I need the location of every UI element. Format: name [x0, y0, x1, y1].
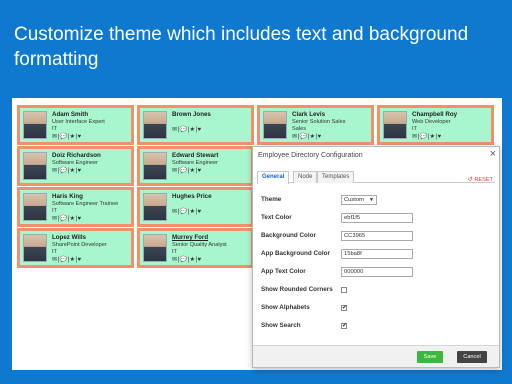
avatar [263, 111, 287, 139]
reset-label: RESET [474, 177, 493, 183]
app-bg-color-input[interactable]: 15ba8f [341, 249, 413, 259]
dialog-title: Employee Directory Configuration [258, 152, 363, 159]
action-icons[interactable]: ✉|💬|★|♥ [172, 208, 202, 215]
show-search-checkbox[interactable]: ✔ [341, 323, 347, 329]
avatar [143, 234, 167, 262]
app-text-color-label: App Text Color [261, 268, 306, 275]
bg-color-input[interactable]: CC3965 [341, 231, 413, 241]
employee-card[interactable]: Brown Jones ✉|💬|★|♥ [137, 105, 254, 145]
text-color-input[interactable]: ebf1f5 [341, 213, 413, 223]
employee-title: Software Engineer [52, 160, 99, 166]
employee-dept: IT [52, 249, 57, 255]
close-icon[interactable]: × [490, 148, 496, 160]
action-icons[interactable]: ✉|💬|★|♥ [172, 167, 202, 174]
theme-select[interactable]: Custom ▼ [341, 195, 377, 205]
employee-card[interactable]: Hughes Price ✉|💬|★|♥ [137, 187, 254, 227]
headline: Customize theme which includes text and … [14, 24, 469, 70]
app-bg-color-label: App Background Color [261, 250, 330, 257]
reset-icon: ↺ [467, 177, 473, 183]
rounded-corners-label: Show Rounded Corners [261, 286, 333, 293]
employee-title: Web Developer [412, 119, 451, 125]
employee-card[interactable]: Haris King Software Engineer Trainee IT … [17, 187, 134, 227]
employee-name: Clark Levis [292, 111, 326, 118]
employee-title: Software Engineer [172, 160, 219, 166]
employee-dept: Sales [292, 126, 306, 132]
employee-card[interactable]: Lopez Wills SharePoint Developer IT ✉|💬|… [17, 228, 134, 268]
avatar [23, 111, 47, 139]
employee-name: Brown Jones [172, 111, 211, 118]
app-text-color-input[interactable]: 000000 [341, 267, 413, 277]
tab-node[interactable]: Node [293, 171, 318, 183]
cancel-button[interactable]: Cancel [457, 351, 487, 363]
employee-title: Software Engineer Trainee [52, 201, 119, 207]
theme-value: Custom [344, 197, 364, 203]
employee-title: User Interface Expert [52, 119, 105, 125]
dialog-footer: Save Cancel [253, 345, 499, 367]
config-dialog: Employee Directory Configuration × Gener… [252, 146, 500, 368]
avatar [383, 111, 407, 139]
action-icons[interactable]: ✉|💬|★|♥ [52, 133, 82, 140]
save-button[interactable]: Save [417, 351, 443, 363]
employee-card[interactable]: Doiz Richardson Software Engineer ✉|💬|★|… [17, 146, 134, 186]
action-icons[interactable]: ✉|💬|★|♥ [172, 126, 202, 133]
avatar [143, 193, 167, 221]
employee-dept: IT [172, 249, 177, 255]
employee-card[interactable]: Champbell Roy Web Developer IT ✉|💬|★|♥ [377, 105, 494, 145]
action-icons[interactable]: ✉|💬|★|♥ [292, 133, 322, 140]
employee-dept: IT [52, 126, 57, 132]
avatar [23, 234, 47, 262]
avatar [143, 152, 167, 180]
action-icons[interactable]: ✉|💬|★|♥ [412, 133, 442, 140]
show-alphabets-checkbox[interactable]: ✔ [341, 305, 347, 311]
employee-name: Champbell Roy [412, 111, 458, 118]
employee-name: Haris King [52, 193, 83, 200]
employee-name[interactable]: Murrey Ford [172, 234, 208, 241]
employee-dept: IT [52, 208, 57, 214]
employee-title: Senior Quality Analyst [172, 242, 227, 248]
theme-label: Theme [261, 196, 282, 203]
tab-bar: General Node Templates [257, 171, 495, 184]
avatar [23, 152, 47, 180]
employee-name: Edward Stewart [172, 152, 219, 159]
employee-dept: IT [412, 126, 417, 132]
caret-down-icon: ▼ [369, 197, 374, 203]
tab-templates[interactable]: Templates [317, 171, 355, 183]
action-icons[interactable]: ✉|💬|★|♥ [52, 215, 82, 222]
employee-title: SharePoint Developer [52, 242, 107, 248]
employee-name: Doiz Richardson [52, 152, 101, 159]
employee-name: Hughes Price [172, 193, 212, 200]
employee-name: Adam Smith [52, 111, 89, 118]
action-icons[interactable]: ✉|💬|★|♥ [52, 167, 82, 174]
show-alphabets-label: Show Alphabets [261, 304, 310, 311]
tab-general[interactable]: General [257, 171, 290, 184]
employee-card[interactable]: Edward Stewart Software Engineer ✉|💬|★|♥ [137, 146, 254, 186]
avatar [143, 111, 167, 139]
show-search-label: Show Search [261, 322, 301, 329]
employee-card[interactable]: Murrey Ford Senior Quality Analyst IT ✉|… [137, 228, 254, 268]
employee-card[interactable]: Clark Levis Senior Solution Sales Sales … [257, 105, 374, 145]
action-icons[interactable]: ✉|💬|★|♥ [172, 256, 202, 263]
bg-color-label: Background Color [261, 232, 316, 239]
avatar [23, 193, 47, 221]
employee-title: Senior Solution Sales [292, 119, 346, 125]
employee-name: Lopez Wills [52, 234, 86, 241]
action-icons[interactable]: ✉|💬|★|♥ [52, 256, 82, 263]
text-color-label: Text Color [261, 214, 292, 221]
reset-button[interactable]: ↺ RESET [468, 176, 493, 183]
rounded-corners-checkbox[interactable] [341, 287, 347, 293]
employee-card[interactable]: Adam Smith User Interface Expert IT ✉|💬|… [17, 105, 134, 145]
